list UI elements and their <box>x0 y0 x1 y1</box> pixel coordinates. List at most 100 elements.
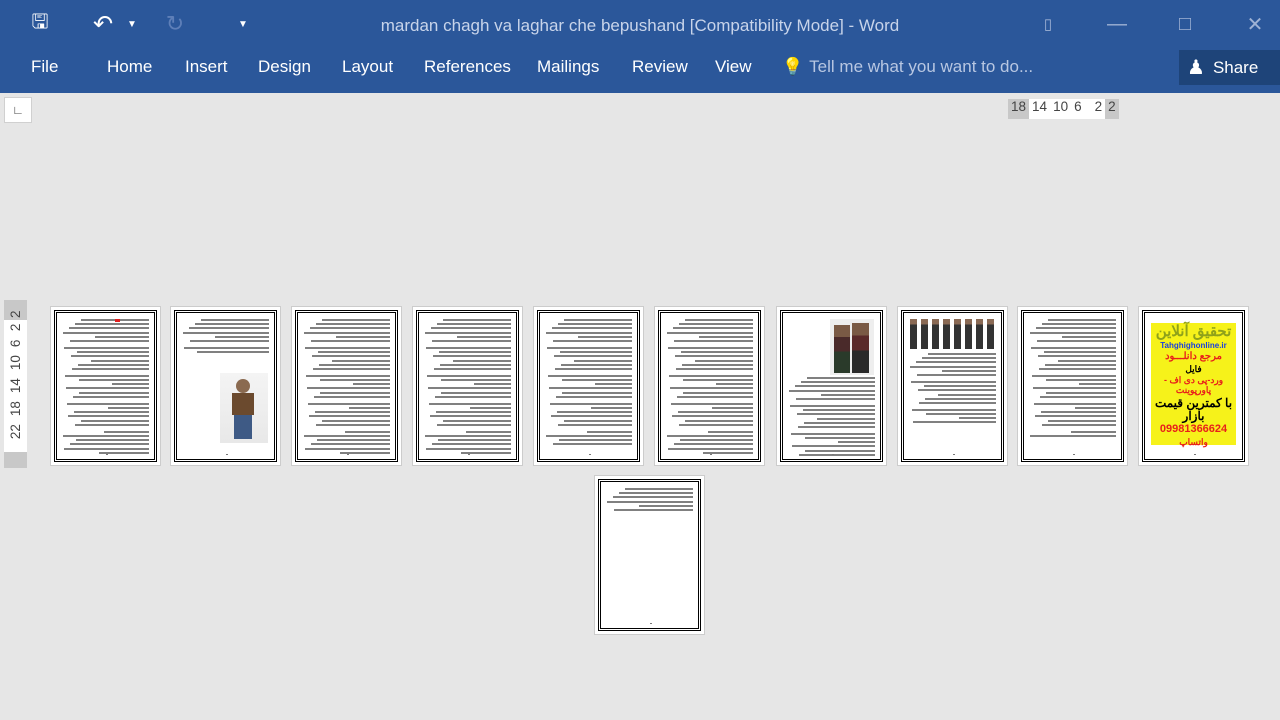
text-line <box>792 445 875 448</box>
ruler-tick: 10 <box>8 355 23 371</box>
text-line <box>1034 402 1116 405</box>
share-button[interactable]: ♟ Share <box>1179 50 1280 85</box>
text-line <box>672 415 753 418</box>
maximize-icon[interactable]: □ <box>1162 8 1208 40</box>
page-thumbnail[interactable] <box>50 306 161 466</box>
tab-mailings[interactable]: Mailings <box>537 57 599 77</box>
text-line <box>66 387 149 390</box>
text-line <box>558 323 632 326</box>
text-line <box>619 492 693 495</box>
text-line <box>1043 351 1116 354</box>
page-thumbnail[interactable] <box>533 306 644 466</box>
tab-references[interactable]: References <box>424 57 511 77</box>
text-line <box>807 377 875 379</box>
add-person-icon: ♟ <box>1187 57 1205 79</box>
tab-insert[interactable]: Insert <box>185 57 228 77</box>
text-line <box>678 411 753 414</box>
text-line <box>1032 374 1116 377</box>
text-line <box>470 407 511 409</box>
text-line <box>1038 367 1116 370</box>
text-line <box>195 323 269 326</box>
text-line <box>909 365 996 368</box>
text-line <box>78 379 149 382</box>
text-line <box>309 327 390 330</box>
page-thumbnail[interactable] <box>654 306 765 466</box>
text-line <box>71 367 149 370</box>
page-thumbnail[interactable] <box>1017 306 1128 466</box>
close-icon[interactable]: ✕ <box>1232 8 1278 40</box>
text-line <box>457 335 511 338</box>
page-thumbnail[interactable] <box>776 306 887 466</box>
text-line <box>318 363 390 366</box>
text-line <box>548 374 632 377</box>
text-line <box>465 430 511 433</box>
page-number-mark <box>1072 454 1075 455</box>
text-line <box>937 393 996 396</box>
text-line <box>75 439 149 442</box>
text-line <box>591 407 632 409</box>
page-thumbnail[interactable]: تحقیق آنلاین Tahghighonline.ir مرجع دانلــ… <box>1138 306 1249 466</box>
tab-selector[interactable]: ∟ <box>4 97 32 123</box>
text-line <box>62 434 149 437</box>
page-text <box>182 319 269 354</box>
horizontal-ruler[interactable]: 18 14 10 6 2 2 <box>1008 99 1119 119</box>
tab-view[interactable]: View <box>715 57 752 77</box>
vertical-ruler[interactable]: 2 22 18 14 10 6 2 <box>4 300 27 468</box>
text-line <box>625 488 693 490</box>
text-line <box>562 391 632 394</box>
text-line <box>433 367 511 370</box>
text-line <box>915 361 996 364</box>
ad-text: فایل <box>1185 363 1202 374</box>
text-line <box>680 351 753 354</box>
ad-text: Tahghighonline.ir <box>1160 340 1227 350</box>
text-line <box>443 419 511 422</box>
text-line <box>912 408 996 411</box>
text-line <box>315 411 390 414</box>
text-line <box>564 419 632 422</box>
text-line <box>551 327 632 330</box>
text-line <box>799 453 875 456</box>
tell-me-placeholder: Tell me what you want to do... <box>809 57 1034 76</box>
text-line <box>679 423 753 426</box>
text-line <box>306 374 390 377</box>
ad-text: تحقیق آنلاین <box>1155 323 1232 340</box>
text-line <box>573 359 632 362</box>
tab-design[interactable]: Design <box>258 57 311 77</box>
page-thumbnail[interactable] <box>170 306 281 466</box>
ad-text: 09981366624 <box>1159 423 1228 436</box>
page-thumbnail[interactable] <box>412 306 523 466</box>
page-text <box>606 488 693 511</box>
tell-me-search[interactable]: 💡 Tell me what you want to do... <box>782 57 1033 77</box>
ruler-tick: 2 <box>8 310 23 318</box>
text-line <box>316 439 390 442</box>
text-line <box>432 355 511 358</box>
text-line <box>103 430 149 433</box>
text-line <box>189 339 269 342</box>
text-line <box>552 443 632 446</box>
tab-review[interactable]: Review <box>632 57 688 77</box>
text-line <box>425 447 511 450</box>
page-thumbnail[interactable] <box>291 306 402 466</box>
tab-file[interactable]: File <box>31 57 58 77</box>
text-line <box>1079 383 1116 386</box>
page-number-mark <box>1193 454 1196 455</box>
ad-text: واتساپ <box>1179 436 1208 447</box>
text-line <box>431 339 511 342</box>
text-line <box>1033 387 1116 390</box>
text-line <box>424 434 511 437</box>
minimize-icon[interactable]: — <box>1094 8 1140 40</box>
text-line <box>443 319 511 321</box>
page-thumbnail[interactable] <box>897 306 1008 466</box>
tab-layout[interactable]: Layout <box>342 57 393 77</box>
text-line <box>681 363 753 366</box>
text-line <box>201 319 269 321</box>
ribbon-display-options-icon[interactable]: ▯ <box>1025 8 1071 40</box>
text-line <box>674 355 753 358</box>
text-line <box>1042 323 1116 326</box>
text-line <box>1029 331 1116 334</box>
text-line <box>424 331 511 334</box>
text-line <box>666 331 753 334</box>
ad-text: ورد-پی دی اف - پاورپوینت <box>1163 375 1224 395</box>
page-thumbnail[interactable] <box>594 475 705 635</box>
tab-home[interactable]: Home <box>107 57 152 77</box>
